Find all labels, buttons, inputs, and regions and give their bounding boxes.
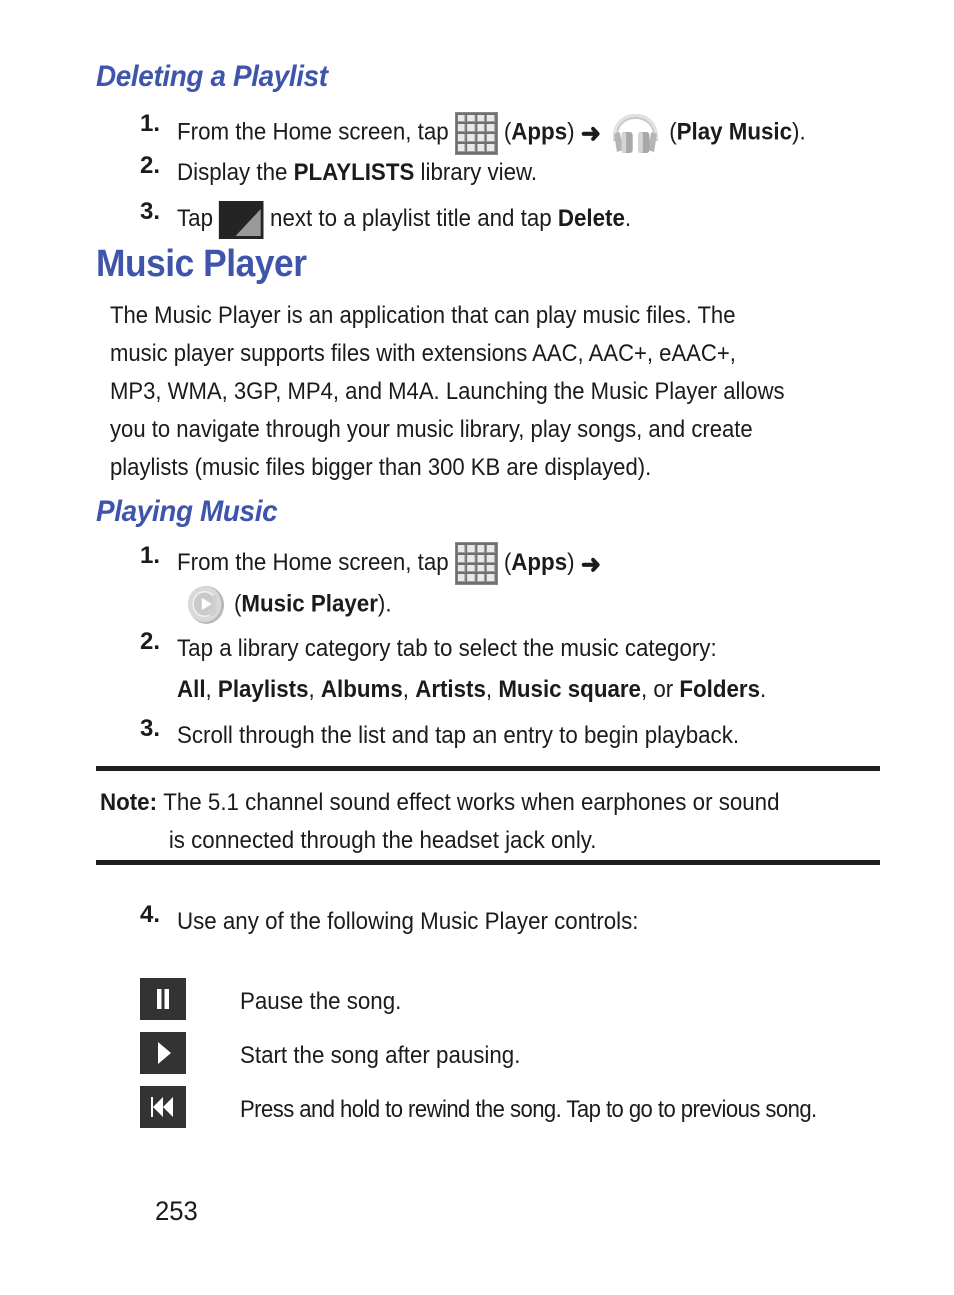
paragraph-line: The Music Player is an application that … — [110, 302, 736, 329]
step-text-select-category: Tap a library category tab to select the… — [177, 635, 717, 662]
step-text-part: next to a playlist title and tap — [270, 205, 558, 232]
control-description-pause: Pause the song. — [240, 988, 402, 1015]
section-heading-playing-music: Playing Music — [96, 495, 278, 528]
step-number: 2. — [139, 152, 160, 179]
playlists-label: PLAYLISTS — [293, 159, 415, 186]
note-top-rule — [96, 766, 880, 771]
category-music-square: Music square — [498, 676, 641, 703]
category-artists: Artists — [415, 676, 486, 703]
note-label: Note: — [100, 789, 158, 816]
apps-grid-icon[interactable] — [454, 542, 498, 586]
step-text-part: Display the — [177, 159, 294, 186]
apps-label: Apps — [511, 118, 568, 146]
library-category-list: All, Playlists, Albums, Artists, Music s… — [177, 676, 767, 703]
step-text-display-playlists: Display the PLAYLISTS library view. — [177, 152, 537, 193]
section-heading-deleting-a-playlist: Deleting a Playlist — [96, 60, 328, 93]
control-description-play: Start the song after pausing. — [240, 1042, 521, 1069]
page-number: 253 — [155, 1196, 198, 1226]
note-line-1: Note: The 5.1 channel sound effect works… — [100, 784, 891, 822]
category-folders: Folders — [679, 676, 761, 703]
section-heading-music-player: Music Player — [96, 243, 307, 285]
step-text-open-play-music: From the Home screen, tap (Apps) ➜ (Play… — [177, 110, 806, 156]
step-number: 3. — [139, 198, 160, 225]
arrow-right-icon: ➜ — [580, 118, 602, 148]
paragraph-line: you to navigate through your music libra… — [110, 416, 753, 443]
music-player-icon[interactable] — [185, 582, 228, 628]
step-number: 1. — [139, 110, 160, 137]
step-text-part: From the Home screen, tap — [177, 549, 449, 576]
play-music-label: Play Music — [676, 118, 793, 146]
step-text-use-controls: Use any of the following Music Player co… — [177, 908, 639, 935]
step-number: 2. — [139, 628, 160, 655]
paren-close: ). — [792, 118, 806, 146]
step-text-part: . — [624, 205, 632, 232]
arrow-right-icon: ➜ — [580, 548, 602, 579]
paragraph-line: MP3, WMA, 3GP, MP4, and M4A. Launching t… — [110, 378, 785, 405]
step-text-scroll-list: Scroll through the list and tap an entry… — [177, 722, 740, 749]
paren-open: ( — [233, 590, 242, 618]
category-albums: Albums — [320, 676, 403, 703]
note-line-2: is connected through the headset jack on… — [168, 827, 597, 854]
category-playlists: Playlists — [217, 676, 309, 703]
paragraph-line: music player supports files with extensi… — [110, 340, 736, 367]
apps-grid-icon[interactable] — [454, 111, 498, 155]
control-description-rewind: Press and hold to rewind the song. Tap t… — [240, 1096, 817, 1123]
step-text-part: library view. — [414, 159, 538, 186]
step-text-open-music-player-line2: (Music Player). — [185, 582, 392, 628]
paren-close: ). — [377, 590, 392, 618]
step-number: 4. — [139, 901, 160, 928]
manual-page: Deleting a Playlist 1. From the Home scr… — [0, 0, 954, 1295]
music-player-label: Music Player — [241, 590, 378, 618]
delete-label: Delete — [557, 205, 625, 232]
step-number: 1. — [139, 542, 160, 569]
step-text-tap-delete: Tap next to a playlist title and tap Del… — [177, 198, 631, 239]
note-block: Note: The 5.1 channel sound effect works… — [100, 784, 891, 860]
step-number: 3. — [139, 715, 160, 742]
category-conjunction: , or — [640, 676, 680, 703]
paragraph-line: playlists (music files bigger than 300 K… — [110, 454, 652, 481]
note-text: The 5.1 channel sound effect works when … — [163, 789, 780, 816]
music-player-description: The Music Player is an application that … — [110, 297, 892, 487]
note-bottom-rule — [96, 860, 880, 865]
step-text-open-music-player-line1: From the Home screen, tap (Apps) ➜ — [177, 542, 602, 586]
category-all: All — [177, 676, 206, 703]
headphones-icon[interactable] — [607, 110, 663, 156]
play-icon[interactable] — [140, 1032, 186, 1074]
step-text-part: Tap — [177, 205, 213, 232]
rewind-icon[interactable] — [140, 1086, 186, 1128]
category-suffix: . — [760, 676, 767, 703]
pause-icon[interactable] — [140, 978, 186, 1020]
corner-triangle-icon[interactable] — [219, 200, 264, 239]
step-text-part: From the Home screen, tap — [177, 118, 449, 146]
apps-label: Apps — [511, 549, 568, 576]
